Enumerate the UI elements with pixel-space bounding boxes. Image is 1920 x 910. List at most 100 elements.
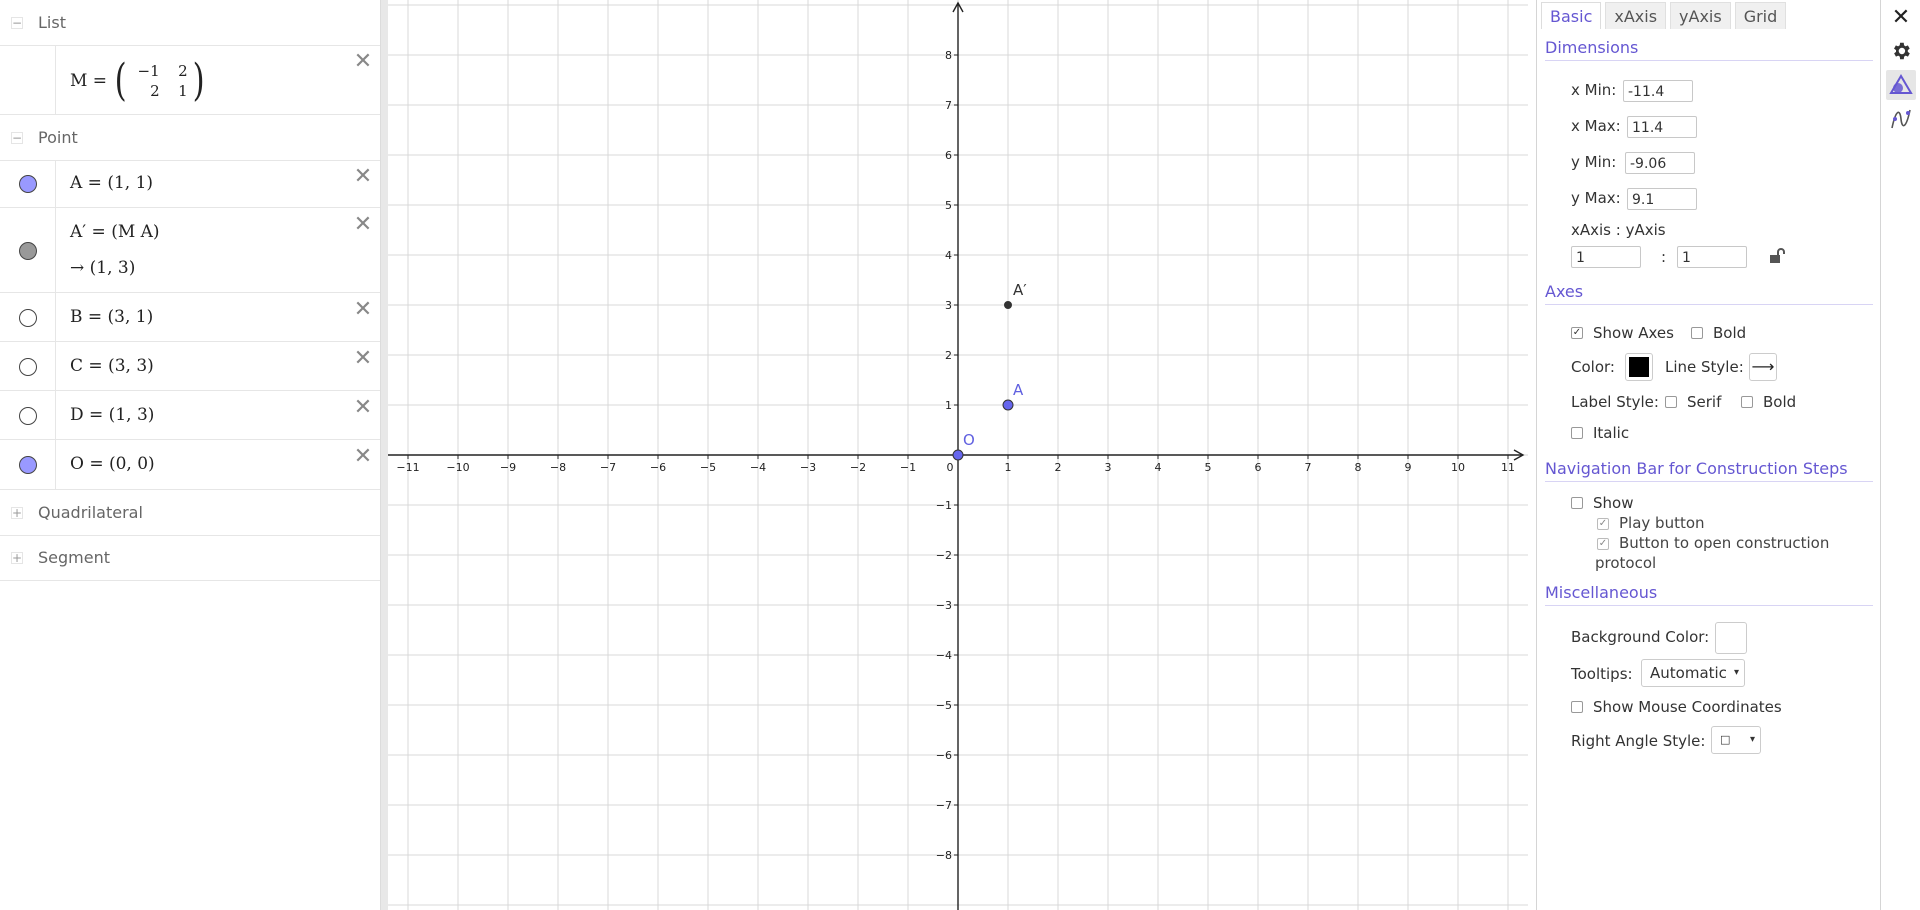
view-splitter[interactable] (381, 0, 388, 910)
group-label: List (38, 13, 66, 32)
point-definition: D = (1, 3) (70, 404, 155, 425)
delete-icon[interactable]: ✕ (350, 164, 376, 190)
graphics-settings-icon[interactable] (1886, 70, 1916, 100)
graphics-view[interactable]: −11 −10 −9 −8 −7 −6 −5 −4 −3 −2 −1 0 1 2 3 4 5 6 7 8 9 10 11 1 2… (388, 0, 1528, 910)
bg-color-label: Background Color: (1571, 628, 1710, 646)
ymin-field[interactable]: -9.06 (1625, 152, 1695, 174)
algebra-row-point[interactable]: B = (3, 1) ✕ (0, 293, 380, 342)
algebra-row-point[interactable]: A = (1, 1) ✕ (0, 160, 380, 208)
delete-icon[interactable]: ✕ (350, 444, 376, 470)
italic-label: Italic (1593, 424, 1630, 442)
settings-panel: Basic xAxis yAxis Grid Dimensions x Min:… (1536, 0, 1881, 910)
protocol-button-checkbox[interactable]: ✓ (1597, 538, 1609, 550)
right-angle-label: Right Angle Style: (1571, 732, 1706, 750)
group-label: Segment (38, 548, 110, 567)
y-tick-label: −2 (936, 549, 952, 562)
visibility-marble-icon[interactable] (19, 456, 37, 474)
xmax-field[interactable]: 11.4 (1627, 116, 1697, 138)
group-header-quadrilateral[interactable]: + Quadrilateral (0, 490, 380, 536)
ratio-x-field[interactable]: 1 (1571, 246, 1641, 268)
right-angle-dropdown[interactable]: □ ▾ (1711, 726, 1761, 754)
marble-cell[interactable] (0, 342, 56, 390)
delete-icon[interactable]: ✕ (350, 212, 376, 238)
collapse-icon[interactable]: − (11, 131, 23, 144)
group-header-point[interactable]: − Point (0, 115, 380, 161)
algebra-row-point[interactable]: A′ = (M A) → (1, 3) ✕ (0, 208, 380, 293)
visibility-marble-icon[interactable] (19, 175, 37, 193)
delete-icon[interactable]: ✕ (350, 395, 376, 421)
expand-icon[interactable]: + (11, 506, 23, 519)
x-tick-label: 9 (1405, 461, 1412, 474)
nav-show-checkbox[interactable] (1571, 497, 1583, 509)
marble-cell[interactable] (0, 208, 56, 292)
tab-grid[interactable]: Grid (1734, 2, 1787, 29)
expand-icon[interactable]: + (11, 551, 23, 564)
xmin-field[interactable]: -11.4 (1623, 80, 1693, 102)
y-tick-label: −7 (936, 799, 952, 812)
x-tick-label: 3 (1105, 461, 1112, 474)
marble-cell[interactable] (0, 160, 56, 207)
marble-cell[interactable] (0, 440, 56, 489)
tooltips-dropdown[interactable]: Automatic ▾ (1641, 659, 1745, 687)
section-dimensions: Dimensions (1545, 38, 1873, 61)
tab-xaxis[interactable]: xAxis (1605, 2, 1667, 29)
algebra-row-point[interactable]: C = (3, 3) ✕ (0, 342, 380, 391)
visibility-marble-icon[interactable] (19, 406, 37, 425)
visibility-marble-icon[interactable] (19, 357, 37, 376)
mouse-coords-checkbox[interactable] (1571, 701, 1583, 713)
x-tick-label: −8 (550, 461, 566, 474)
axis-color-swatch[interactable] (1625, 353, 1653, 381)
algebra-row-point[interactable]: D = (1, 3) ✕ (0, 391, 380, 440)
right-angle-value: □ (1720, 733, 1731, 746)
algebra-row-point[interactable]: O = (0, 0) ✕ (0, 440, 380, 490)
settings-category-strip: ✕ (1882, 0, 1920, 910)
y-tick-label: −6 (936, 749, 952, 762)
group-header-list[interactable]: − List (0, 0, 380, 46)
x-tick-label: 10 (1451, 461, 1465, 474)
delete-icon[interactable]: ✕ (350, 49, 376, 75)
show-axes-checkbox[interactable]: ✓ (1571, 327, 1583, 339)
marble-cell[interactable] (0, 293, 56, 341)
point-a (1002, 399, 1014, 411)
marble-cell[interactable] (0, 391, 56, 439)
serif-checkbox[interactable] (1665, 396, 1677, 408)
point-label: A (1013, 381, 1024, 399)
tab-basic[interactable]: Basic (1541, 2, 1602, 29)
x-tick-label: −6 (650, 461, 666, 474)
coordinate-plane[interactable]: −11 −10 −9 −8 −7 −6 −5 −4 −3 −2 −1 0 1 2 3 4 5 6 7 8 9 10 1112… (388, 0, 1528, 910)
y-tick-label: 3 (945, 299, 952, 312)
xmin-label: x Min: (1571, 81, 1617, 99)
matrix-cell: −1 (137, 62, 160, 80)
serif-label: Serif (1687, 393, 1722, 411)
y-tick-label: 6 (945, 149, 952, 162)
play-button-checkbox[interactable]: ✓ (1597, 518, 1609, 530)
line-style-button[interactable]: ⟶ (1749, 353, 1777, 381)
ymax-field[interactable]: 9.1 (1627, 188, 1697, 210)
close-icon[interactable]: ✕ (1886, 2, 1916, 32)
collapse-icon[interactable]: − (11, 16, 23, 29)
group-header-segment[interactable]: + Segment (0, 535, 380, 581)
delete-icon[interactable]: ✕ (350, 297, 376, 323)
tab-yaxis[interactable]: yAxis (1670, 2, 1731, 29)
x-tick-label: −2 (850, 461, 866, 474)
visibility-marble-icon[interactable] (19, 308, 37, 327)
gear-icon[interactable] (1886, 36, 1916, 66)
algebra-settings-icon[interactable] (1886, 104, 1916, 134)
y-tick-label: 4 (945, 249, 952, 262)
matrix-cell: 2 (150, 82, 160, 100)
xmax-label: x Max: (1571, 117, 1621, 135)
algebra-row-matrix[interactable]: M = ( −1 2 2 1 ) ✕ (0, 45, 380, 115)
label-bold-checkbox[interactable] (1741, 396, 1753, 408)
bg-color-swatch[interactable] (1715, 622, 1747, 654)
ratio-label: xAxis : yAxis (1571, 221, 1666, 239)
italic-checkbox[interactable] (1571, 427, 1583, 439)
ymax-label: y Max: (1571, 189, 1621, 207)
visibility-marble-icon[interactable] (19, 241, 37, 260)
delete-icon[interactable]: ✕ (350, 346, 376, 372)
unlock-icon[interactable] (1767, 245, 1789, 267)
left-paren: ( (115, 55, 128, 106)
section-navigation-bar: Navigation Bar for Construction Steps (1545, 459, 1873, 482)
bold-checkbox[interactable] (1691, 327, 1703, 339)
ratio-y-field[interactable]: 1 (1677, 246, 1747, 268)
matrix-definition: M = ( −1 2 2 1 ) (70, 59, 207, 103)
